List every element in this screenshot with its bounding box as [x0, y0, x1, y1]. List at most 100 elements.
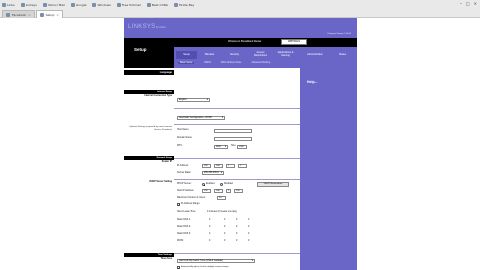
size-label: Size:: [231, 145, 237, 147]
ip-range-checkbox[interactable]: [177, 203, 180, 207]
browser-tab-active[interactable]: Setup ×: [35, 10, 63, 18]
subtab-advanced-routing[interactable]: Advanced Routing: [251, 62, 270, 64]
favicon-icon: [146, 2, 151, 7]
favicon-icon: [173, 2, 178, 7]
dns1-octet-3[interactable]: 0: [236, 219, 237, 221]
tab-administration[interactable]: Administration: [300, 51, 330, 59]
internet-section: Internet Setup: [124, 90, 174, 94]
time-section: Time Settings: [124, 253, 174, 257]
mtu-size-input[interactable]: 1500: [237, 145, 247, 149]
connection-type-select[interactable]: Automatic Configuration - DHCP: [177, 116, 225, 120]
favicon-icon: [2, 2, 6, 7]
section-label: Internet Setup: [157, 90, 172, 93]
bookmark-item[interactable]: Pirate Bay: [173, 2, 195, 7]
tab-setup[interactable]: Setup: [176, 51, 197, 59]
dhcp-reservation-button[interactable]: DHCP Reservation: [257, 182, 289, 187]
dst-checkbox[interactable]: [177, 266, 180, 270]
network-section: Network Setup: [124, 156, 174, 160]
favicon-icon: [70, 2, 75, 7]
client-lease-note: 0 minutes (0 means one day): [207, 211, 237, 213]
bookmark-item[interactable]: Links: [2, 2, 15, 7]
section-label: Network Setup: [156, 156, 172, 159]
section-label: Time Settings: [157, 253, 172, 256]
bookmark-label: Free Hotmail: [121, 2, 141, 7]
bookmark-label: Best CCNA: [151, 2, 168, 7]
bookmark-label: Pirate Bay: [178, 2, 195, 7]
domain-name-input[interactable]: [214, 137, 252, 141]
favicon-icon: [116, 2, 121, 7]
bookmark-label: Links: [7, 2, 15, 7]
close-tab-icon[interactable]: ×: [28, 13, 31, 17]
favicon-icon: [42, 2, 47, 7]
start-ip-octet-3[interactable]: 1: [226, 189, 231, 193]
bookmark-label: Linksys: [25, 2, 37, 7]
tab-security[interactable]: Security: [224, 51, 245, 59]
time-zone-select[interactable]: (GMT-08:00) Pacific Time (USA & Canada): [177, 259, 255, 263]
ip-octet-1[interactable]: 192: [202, 164, 211, 168]
dns1-octet-2[interactable]: 0: [224, 219, 225, 221]
max-users-input[interactable]: 50: [217, 196, 226, 200]
bookmark-item[interactable]: Yahoo! Mail: [42, 2, 65, 7]
close-icon[interactable]: ×: [474, 1, 477, 6]
dns2-octet-2[interactable]: 0: [224, 226, 225, 228]
browser-tab[interactable]: Facebook ×: [2, 10, 35, 18]
wins-octet-3[interactable]: 0: [236, 240, 237, 242]
dns2-octet-3[interactable]: 0: [236, 226, 237, 228]
close-tab-icon[interactable]: ×: [56, 13, 59, 17]
wins-octet-4[interactable]: 0: [248, 240, 249, 242]
ip-octet-2[interactable]: 168: [214, 164, 223, 168]
bookmark-item[interactable]: Free Hotmail: [116, 2, 141, 7]
host-name-input[interactable]: [214, 129, 252, 133]
dns2-octet-1[interactable]: 0: [209, 226, 210, 228]
dns2-octet-4[interactable]: 0: [248, 226, 249, 228]
window-controls: – □ ×: [460, 1, 477, 6]
wins-octet-1[interactable]: 0: [209, 240, 210, 242]
settings-form: English Automatic Configuration - DHCP H…: [174, 68, 300, 270]
host-name-label: Host Name:: [177, 129, 190, 131]
wins-octet-2[interactable]: 0: [224, 240, 225, 242]
logo-subtitle: by Cisco: [156, 26, 166, 29]
minimize-icon[interactable]: –: [460, 1, 462, 6]
start-ip-octet-1[interactable]: 192: [202, 189, 211, 193]
ip-octet-4[interactable]: 1: [238, 164, 247, 168]
subtab-basic-setup[interactable]: Basic Setup: [178, 62, 195, 64]
linksys-logo: LINKSYS: [128, 24, 156, 30]
bookmark-item[interactable]: Windows: [92, 2, 111, 7]
help-link[interactable]: Help...: [307, 80, 318, 84]
language-select[interactable]: English: [177, 98, 210, 102]
dhcp-disabled-label: Disabled: [224, 183, 233, 185]
dns1-octet-4[interactable]: 0: [248, 219, 249, 221]
bookmark-item[interactable]: Linksys: [20, 2, 37, 7]
dns3-octet-4[interactable]: 0: [248, 233, 249, 235]
tab-label: Facebook: [12, 12, 27, 17]
subnet-mask-select[interactable]: 255.255.255.0: [202, 171, 224, 175]
tab-label: Setup: [45, 12, 55, 17]
bookmark-label: Yahoo! Mail: [47, 2, 65, 7]
dns1-octet-1[interactable]: 0: [209, 219, 210, 221]
start-ip-octet-4[interactable]: 100: [234, 189, 243, 193]
dns3-octet-1[interactable]: 0: [209, 233, 210, 235]
bookmark-item[interactable]: Best CCNA: [146, 2, 168, 7]
router-ip-label: Router IP: [161, 161, 172, 163]
tab-status[interactable]: Status: [332, 51, 353, 59]
tab-access-restrictions[interactable]: Access Restrictions: [250, 51, 271, 59]
section-header: [124, 38, 174, 68]
dns1-label: Static DNS 1:: [177, 219, 191, 221]
tab-applications-gaming[interactable]: Applications & Gaming: [275, 51, 296, 59]
firmware-version: Firmware Version: 1.00.00: [327, 33, 351, 35]
divider: [174, 124, 300, 125]
tab-wireless[interactable]: Wireless: [199, 51, 220, 59]
subtab-mac-clone[interactable]: MAC Address Clone: [221, 62, 242, 64]
ip-octet-3[interactable]: 1: [226, 164, 235, 168]
favicon-icon: [39, 12, 44, 17]
maximize-icon[interactable]: □: [466, 1, 470, 6]
start-ip-octet-2[interactable]: 168: [214, 189, 223, 193]
dhcp-disabled-radio[interactable]: [220, 183, 223, 186]
language-section: Language: [124, 70, 174, 75]
dns3-octet-3[interactable]: 0: [236, 233, 237, 235]
subtab-ddns[interactable]: DDNS: [204, 62, 211, 64]
mtu-select[interactable]: Auto: [214, 145, 228, 149]
dhcp-enabled-radio[interactable]: [202, 183, 205, 186]
dns3-octet-2[interactable]: 0: [224, 233, 225, 235]
bookmark-item[interactable]: Google: [70, 2, 86, 7]
